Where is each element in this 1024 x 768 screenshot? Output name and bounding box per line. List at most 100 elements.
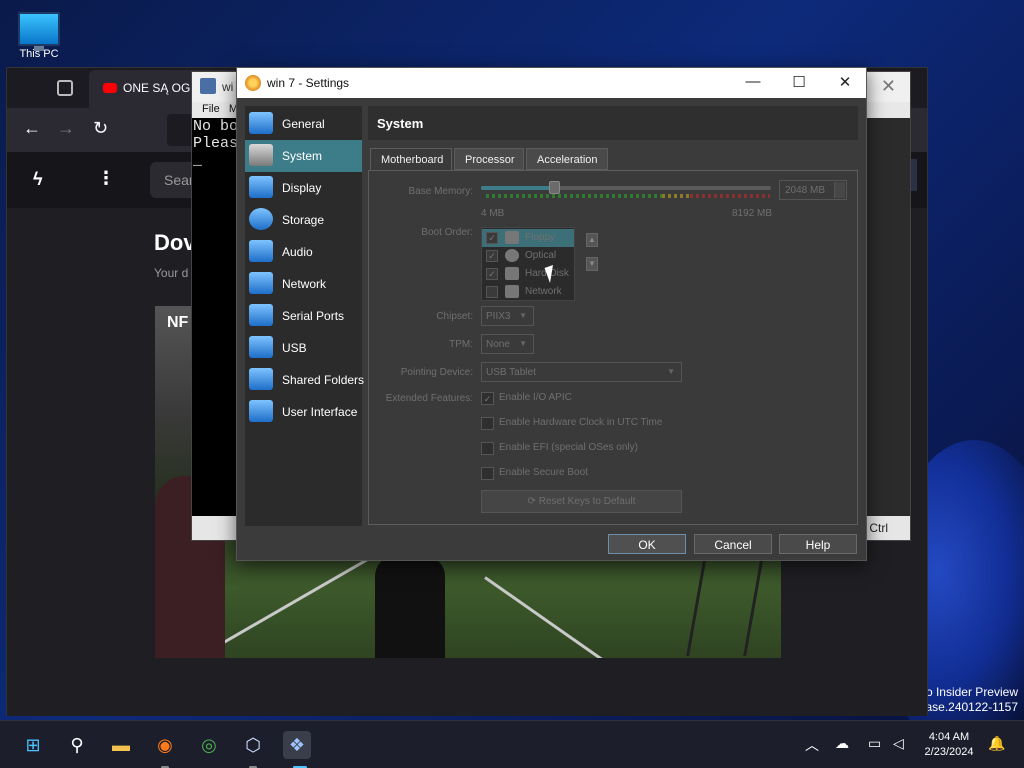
video-person xyxy=(375,556,445,658)
move-up-icon[interactable]: ▲ xyxy=(586,233,598,247)
notification-bell-icon[interactable]: 🔔 xyxy=(988,735,1005,752)
sidebar-item-label: Serial Ports xyxy=(282,309,345,323)
taskbar-clock[interactable]: 4:04 AM 2/23/2024 xyxy=(918,730,980,760)
sidebar-item-label: Storage xyxy=(282,213,325,227)
sidebar-item-label: USB xyxy=(282,341,307,355)
ok-label: OK xyxy=(638,538,656,552)
sidebar-item-usb[interactable]: USB xyxy=(245,332,362,364)
boot-item-label: Optical xyxy=(525,250,557,261)
secure-boot-checkbox[interactable]: Enable Secure Boot xyxy=(481,467,588,481)
chrome-icon[interactable]: ◎ xyxy=(195,731,223,759)
sidebar-item-general[interactable]: General xyxy=(245,108,362,140)
tab-manager-icon[interactable] xyxy=(57,80,73,96)
io-apic-checkbox[interactable]: ✓ Enable I/O APIC xyxy=(481,392,572,406)
reset-keys-button[interactable]: ⟳ Reset Keys to Default xyxy=(481,490,682,513)
ok-button[interactable]: OK xyxy=(608,534,686,554)
menu-file[interactable]: File xyxy=(202,103,220,115)
sidebar-item-label: Display xyxy=(282,181,322,195)
tpm-select[interactable]: None ▼ xyxy=(481,334,534,354)
chipset-label: Chipset: xyxy=(436,311,473,322)
reload-icon[interactable]: ↻ xyxy=(93,118,108,139)
boot-item-hard-disk[interactable]: ✓ Hard Disk xyxy=(482,265,574,283)
checkbox[interactable] xyxy=(481,467,494,480)
virtualbox-icon[interactable]: ⬡ xyxy=(239,731,267,759)
network-icon[interactable]: ▭ xyxy=(868,735,881,752)
minimize-icon[interactable]: — xyxy=(730,68,776,98)
tab-acceleration[interactable]: Acceleration xyxy=(526,148,608,170)
virtualbox-icon xyxy=(200,78,216,94)
chipset-value: PIIX3 xyxy=(486,311,511,322)
host-key-label: Ctrl xyxy=(869,521,888,535)
reset-icon: ⟳ xyxy=(527,496,539,507)
back-icon[interactable]: ← xyxy=(23,118,41,139)
move-down-icon[interactable]: ▼ xyxy=(586,257,598,271)
sidebar-item-label: System xyxy=(282,149,323,163)
search-icon[interactable]: ⚲ xyxy=(63,731,91,759)
boot-item-network[interactable]: Network xyxy=(482,283,574,301)
utc-clock-checkbox[interactable]: Enable Hardware Clock in UTC Time xyxy=(481,417,662,431)
checkbox[interactable]: ✓ xyxy=(486,232,498,244)
base-memory-slider[interactable] xyxy=(481,181,771,194)
base-memory-spinbox[interactable]: 2048 MB xyxy=(779,180,847,200)
spin-arrows-icon[interactable] xyxy=(834,182,845,198)
sidebar-item-label: User Interface xyxy=(282,405,358,419)
checkbox[interactable]: ✓ xyxy=(481,392,494,405)
optical-disc-icon xyxy=(505,249,519,262)
forward-icon[interactable]: → xyxy=(57,118,75,139)
sidebar-item-system[interactable]: System xyxy=(245,140,362,172)
slider-handle[interactable] xyxy=(548,181,560,194)
extended-features-label: Extended Features: xyxy=(385,393,473,404)
firefox-icon[interactable]: ◉ xyxy=(151,731,179,759)
sidebar-item-label: General xyxy=(282,117,325,131)
pointing-device-value: USB Tablet xyxy=(486,367,536,378)
sidebar-item-audio[interactable]: Audio xyxy=(245,236,362,268)
chevron-down-icon: ▼ xyxy=(519,339,527,348)
vm-window-icon[interactable]: ❖ xyxy=(283,731,311,759)
desktop-icon-this-pc[interactable]: This PC xyxy=(14,8,64,60)
sidebar-item-shared-folders[interactable]: Shared Folders xyxy=(245,364,365,396)
sidebar-item-display[interactable]: Display xyxy=(245,172,362,204)
more-menu-icon[interactable]: ⋮ xyxy=(97,168,115,189)
pointing-device-label: Pointing Device: xyxy=(400,367,473,378)
checkbox[interactable] xyxy=(481,417,494,430)
checkbox[interactable]: ✓ xyxy=(486,250,498,262)
base-memory-label: Base Memory: xyxy=(408,186,473,197)
checkbox[interactable] xyxy=(481,442,494,455)
efi-checkbox[interactable]: Enable EFI (special OSes only) xyxy=(481,442,638,456)
boot-item-floppy[interactable]: ✓ Floppy xyxy=(482,229,574,247)
chevron-up-icon[interactable]: ︿ xyxy=(805,735,819,755)
checkbox[interactable] xyxy=(486,286,498,298)
scale-green xyxy=(486,194,663,198)
help-button[interactable]: Help xyxy=(779,534,857,554)
checkbox-label: Enable Hardware Clock in UTC Time xyxy=(499,417,663,428)
memory-scale xyxy=(486,194,770,198)
folder-icon xyxy=(249,368,273,390)
checkbox[interactable]: ✓ xyxy=(486,268,498,280)
sidebar-item-network[interactable]: Network xyxy=(245,268,362,300)
boot-item-optical[interactable]: ✓ Optical xyxy=(482,247,574,265)
pointing-device-select[interactable]: USB Tablet ▼ xyxy=(481,362,682,382)
taskbar: ⊞ ⚲ ▬ ◉ ◎ ⬡ ❖ ︿ ☁ ▭ ◁ 4:04 AM 2/23/2024 … xyxy=(0,720,1024,768)
tab-label: Motherboard xyxy=(381,154,444,166)
sidebar-item-storage[interactable]: Storage xyxy=(245,204,362,236)
system-board-icon xyxy=(249,144,273,166)
maximize-icon[interactable]: ☐ xyxy=(776,68,822,98)
tab-processor[interactable]: Processor xyxy=(454,148,524,170)
tab-motherboard[interactable]: Motherboard xyxy=(370,148,452,171)
close-icon[interactable]: ✕ xyxy=(881,76,896,97)
sidebar-item-label: Shared Folders xyxy=(282,373,365,387)
close-icon[interactable]: ✕ xyxy=(822,68,868,98)
sidebar-item-serial-ports[interactable]: Serial Ports xyxy=(245,300,362,332)
scale-yellow xyxy=(662,194,691,198)
sidebar-item-user-interface[interactable]: User Interface xyxy=(245,396,362,428)
file-explorer-icon[interactable]: ▬ xyxy=(107,731,135,759)
onedrive-icon[interactable]: ☁ xyxy=(835,735,849,752)
site-logo-icon[interactable]: ϟ xyxy=(33,169,43,190)
volume-muted-icon[interactable]: ◁ xyxy=(893,735,904,752)
cancel-button[interactable]: Cancel xyxy=(694,534,772,554)
start-icon[interactable]: ⊞ xyxy=(19,731,47,759)
chipset-select[interactable]: PIIX3 ▼ xyxy=(481,306,534,326)
scale-red xyxy=(690,194,770,198)
memory-min-label: 4 MB xyxy=(481,208,505,219)
settings-dialog: win 7 - Settings — ☐ ✕ General System Di… xyxy=(236,67,867,561)
